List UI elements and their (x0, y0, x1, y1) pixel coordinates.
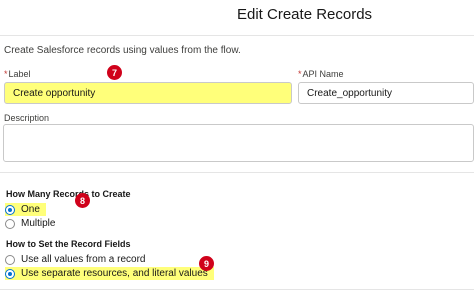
required-marker: * (4, 69, 8, 79)
annotation-badge-7: 7 (107, 65, 122, 80)
api-name-input[interactable]: Create_opportunity (298, 82, 474, 104)
section-divider-bottom (0, 289, 474, 290)
api-name-field-label-text: API Name (302, 69, 344, 79)
radio-button[interactable] (5, 268, 15, 279)
api-name-field-label: *API Name (298, 69, 344, 79)
intro-text: Create Salesforce records using values f… (4, 45, 241, 56)
radio-option-one[interactable]: One (5, 203, 46, 216)
how-many-title: How Many Records to Create (6, 189, 131, 199)
description-field-label: Description (4, 113, 50, 123)
radio-button[interactable] (5, 254, 15, 265)
label-input[interactable]: Create opportunity (4, 82, 292, 104)
required-marker: * (298, 69, 302, 79)
radio-label: Use separate resources, and literal valu… (21, 268, 208, 279)
description-textarea[interactable] (3, 124, 474, 162)
radio-option-all-values[interactable]: Use all values from a record (5, 253, 146, 266)
modal-header: Edit Create Records (0, 0, 474, 36)
set-fields-title: How to Set the Record Fields (6, 239, 131, 249)
radio-button[interactable] (5, 218, 15, 229)
annotation-badge-8: 8 (75, 193, 90, 208)
annotation-badge-9: 9 (199, 256, 214, 271)
label-field-label: *Label (4, 69, 31, 79)
radio-label: Multiple (21, 218, 56, 229)
radio-option-separate-resources[interactable]: Use separate resources, and literal valu… (5, 267, 214, 280)
radio-option-multiple[interactable]: Multiple (5, 217, 55, 230)
radio-button[interactable] (5, 204, 15, 215)
modal-title: Edit Create Records (237, 6, 373, 23)
section-divider (0, 172, 474, 173)
label-field-label-text: Label (8, 69, 31, 79)
radio-label: One (21, 204, 40, 215)
radio-label: Use all values from a record (21, 254, 146, 265)
